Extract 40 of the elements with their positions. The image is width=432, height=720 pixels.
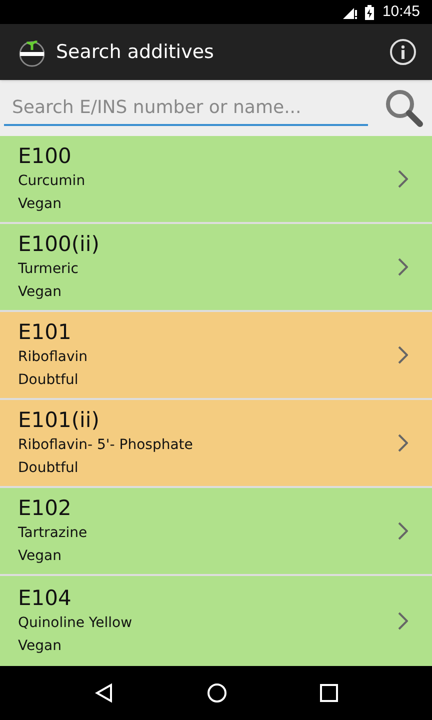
chevron-icon [398, 170, 408, 188]
additive-row[interactable]: E101 Riboflavin Doubtful [0, 312, 432, 400]
additive-code: E101(ii) [18, 407, 100, 434]
additive-name: Turmeric [18, 260, 80, 279]
chevron-icon [398, 346, 408, 364]
back-icon[interactable] [94, 683, 114, 703]
additive-status: Vegan [18, 195, 62, 214]
chevron-icon [398, 612, 408, 630]
additive-status: Doubtful [18, 459, 80, 478]
search-icon[interactable] [384, 88, 424, 128]
additive-status: Doubtful [18, 371, 80, 390]
home-icon[interactable] [206, 683, 227, 703]
search-field[interactable]: Search E/INS number or name... [4, 90, 368, 126]
additive-row[interactable]: E102 Tartrazine Vegan [0, 488, 432, 576]
info-icon [400, 45, 406, 59]
additive-code: E101 [18, 319, 72, 346]
chevron-icon [398, 258, 408, 276]
additive-status: Vegan [18, 637, 62, 656]
additive-row[interactable]: E100(ii) Turmeric Vegan [0, 224, 432, 312]
additive-code: E104 [18, 585, 72, 612]
additive-name: Curcumin [18, 172, 86, 191]
chevron-icon [398, 522, 408, 540]
additive-code: E100 [18, 143, 72, 170]
additive-status: Vegan [18, 547, 62, 566]
additive-name: Tartrazine [18, 524, 88, 543]
battery-icon [365, 4, 374, 20]
additive-code: E102 [18, 495, 72, 522]
additive-name: Riboflavin- 5'- Phosphate [18, 436, 194, 455]
recents-icon[interactable] [320, 684, 338, 702]
status-time: 10:45 [382, 2, 420, 22]
chevron-icon [398, 434, 408, 452]
additive-row[interactable]: E104 Quinoline Yellow Vegan [0, 576, 432, 666]
additive-row[interactable]: E101(ii) Riboflavin- 5'- Phosphate Doubtful [0, 400, 432, 488]
info-button[interactable] [390, 39, 416, 65]
additive-status: Vegan [18, 283, 62, 302]
app-title: Search additives [56, 40, 215, 65]
additive-name: Riboflavin [18, 348, 89, 367]
additive-name: Quinoline Yellow [18, 614, 134, 633]
additive-row[interactable]: E100 Curcumin Vegan [0, 136, 432, 224]
additive-code: E100(ii) [18, 231, 100, 258]
